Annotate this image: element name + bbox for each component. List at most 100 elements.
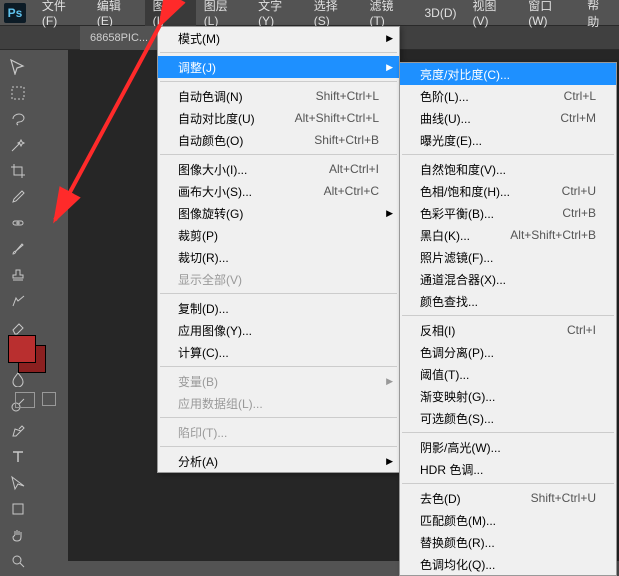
heal-tool[interactable]: [4, 211, 32, 235]
image-menu-item[interactable]: 调整(J): [158, 56, 399, 78]
adjust-menu-item[interactable]: 可选颜色(S)...: [400, 407, 616, 429]
adjust-menu-item[interactable]: 色相/饱和度(H)...Ctrl+U: [400, 180, 616, 202]
menu-6[interactable]: 滤镜(T): [361, 0, 416, 26]
menu-0[interactable]: 文件(F): [34, 0, 89, 26]
adjust-menu-item[interactable]: 色调均化(Q)...: [400, 553, 616, 575]
menu-item-label: 分析(A): [178, 453, 379, 470]
adjust-menu-item[interactable]: 照片滤镜(F)...: [400, 246, 616, 268]
eyedropper-tool[interactable]: [4, 185, 32, 209]
menu-item-shortcut: Ctrl+I: [567, 323, 596, 337]
menu-item-shortcut: Ctrl+U: [562, 184, 596, 198]
menu-item-label: 复制(D)...: [178, 300, 379, 317]
menu-separator: [160, 154, 397, 155]
image-menu-item[interactable]: 裁剪(P): [158, 224, 399, 246]
adjust-menu-item[interactable]: 自然饱和度(V)...: [400, 158, 616, 180]
foreground-color[interactable]: [8, 335, 36, 363]
menu-item-shortcut: Shift+Ctrl+B: [314, 133, 379, 147]
adjust-menu-item[interactable]: 阈值(T)...: [400, 363, 616, 385]
app-logo: Ps: [4, 3, 26, 23]
menu-item-label: 图像大小(I)...: [178, 161, 299, 178]
document-tab[interactable]: 68658PIC...: [80, 26, 158, 50]
zoom-tool[interactable]: [4, 549, 32, 573]
adjust-menu-item[interactable]: 亮度/对比度(C)...: [400, 63, 616, 85]
menu-item-label: 自然饱和度(V)...: [420, 161, 596, 178]
type-tool[interactable]: [4, 445, 32, 469]
image-menu-item[interactable]: 自动对比度(U) Alt+Shift+Ctrl+L: [158, 107, 399, 129]
menu-item-label: 替换颜色(R)...: [420, 534, 596, 551]
menu-3[interactable]: 图层(L): [196, 0, 250, 26]
menu-2[interactable]: 图像(I): [145, 0, 196, 26]
menu-1[interactable]: 编辑(E): [89, 0, 145, 26]
adjust-menu-item[interactable]: 通道混合器(X)...: [400, 268, 616, 290]
lasso-tool[interactable]: [4, 107, 32, 131]
menu-item-label: 色调均化(Q)...: [420, 556, 596, 573]
image-menu-item[interactable]: 裁切(R)...: [158, 246, 399, 268]
menu-item-label: 自动颜色(O): [178, 132, 284, 149]
crop-tool[interactable]: [4, 159, 32, 183]
image-menu-item[interactable]: 画布大小(S)...Alt+Ctrl+C: [158, 180, 399, 202]
menu-item-label: 调整(J): [178, 59, 379, 76]
marquee-tool[interactable]: [4, 81, 32, 105]
shape-tool[interactable]: [4, 497, 32, 521]
menu-8[interactable]: 视图(V): [465, 0, 521, 26]
image-menu-item[interactable]: 自动色调(N)Shift+Ctrl+L: [158, 85, 399, 107]
image-menu-item[interactable]: 分析(A): [158, 450, 399, 472]
wand-tool[interactable]: [4, 133, 32, 157]
brush-tool[interactable]: [4, 237, 32, 261]
hand-tool[interactable]: [4, 523, 32, 547]
adjust-menu-item[interactable]: 颜色查找...: [400, 290, 616, 312]
adjust-menu-item[interactable]: HDR 色调...: [400, 458, 616, 480]
menu-separator: [160, 446, 397, 447]
pen-tool[interactable]: [4, 419, 32, 443]
quick-mask-icon[interactable]: [15, 392, 35, 408]
menu-5[interactable]: 选择(S): [306, 0, 362, 26]
adjust-menu-item[interactable]: 色阶(L)...Ctrl+L: [400, 85, 616, 107]
image-menu-item[interactable]: 图像大小(I)... Alt+Ctrl+I: [158, 158, 399, 180]
menu-item-label: 黑白(K)...: [420, 227, 480, 244]
menu-item-label: 曲线(U)...: [420, 110, 530, 127]
adjust-menu-item[interactable]: 反相(I)Ctrl+I: [400, 319, 616, 341]
menu-item-label: 自动色调(N): [178, 88, 286, 105]
adjust-menu-item[interactable]: 阴影/高光(W)...: [400, 436, 616, 458]
menu-item-label: 变量(B): [178, 373, 379, 390]
adjust-menu-item[interactable]: 色彩平衡(B)...Ctrl+B: [400, 202, 616, 224]
move-tool[interactable]: [4, 55, 32, 79]
path-tool[interactable]: [4, 471, 32, 495]
menu-item-label: 阴影/高光(W)...: [420, 439, 596, 456]
menu-separator: [160, 293, 397, 294]
adjust-menu-item[interactable]: 曝光度(E)...: [400, 129, 616, 151]
image-menu-item[interactable]: 模式(M): [158, 27, 399, 49]
adjust-menu-item[interactable]: 色调分离(P)...: [400, 341, 616, 363]
image-menu-item: 变量(B): [158, 370, 399, 392]
menu-10[interactable]: 帮助: [579, 0, 619, 26]
menu-7[interactable]: 3D(D): [417, 0, 465, 26]
image-menu-item[interactable]: 复制(D)...: [158, 297, 399, 319]
menu-item-label: 图像旋转(G): [178, 205, 379, 222]
menu-item-shortcut: Ctrl+B: [562, 206, 596, 220]
menu-separator: [402, 315, 614, 316]
image-menu-item[interactable]: 图像旋转(G): [158, 202, 399, 224]
menu-item-label: 自动对比度(U): [178, 110, 265, 127]
adjust-menu-item[interactable]: 曲线(U)...Ctrl+M: [400, 107, 616, 129]
color-swatches[interactable]: [8, 335, 48, 375]
image-menu-item[interactable]: 应用图像(Y)...: [158, 319, 399, 341]
image-menu-item[interactable]: 计算(C)...: [158, 341, 399, 363]
menu-item-label: 曝光度(E)...: [420, 132, 596, 149]
menu-9[interactable]: 窗口(W): [520, 0, 579, 26]
menu-item-shortcut: Alt+Shift+Ctrl+L: [295, 111, 379, 125]
history-tool[interactable]: [4, 289, 32, 313]
menu-separator: [160, 366, 397, 367]
image-menu-item[interactable]: 自动颜色(O) Shift+Ctrl+B: [158, 129, 399, 151]
menu-item-shortcut: Alt+Ctrl+I: [329, 162, 379, 176]
menu-4[interactable]: 文字(Y): [250, 0, 306, 26]
adjust-menu-item[interactable]: 去色(D)Shift+Ctrl+U: [400, 487, 616, 509]
stamp-tool[interactable]: [4, 263, 32, 287]
menu-item-label: 阈值(T)...: [420, 366, 596, 383]
menu-separator: [402, 432, 614, 433]
screen-mode-icon[interactable]: [42, 392, 56, 406]
adjust-menu-item[interactable]: 黑白(K)...Alt+Shift+Ctrl+B: [400, 224, 616, 246]
adjust-menu-item[interactable]: 渐变映射(G)...: [400, 385, 616, 407]
menu-item-shortcut: Alt+Ctrl+C: [324, 184, 379, 198]
adjust-menu-item[interactable]: 匹配颜色(M)...: [400, 509, 616, 531]
adjust-menu-item[interactable]: 替换颜色(R)...: [400, 531, 616, 553]
